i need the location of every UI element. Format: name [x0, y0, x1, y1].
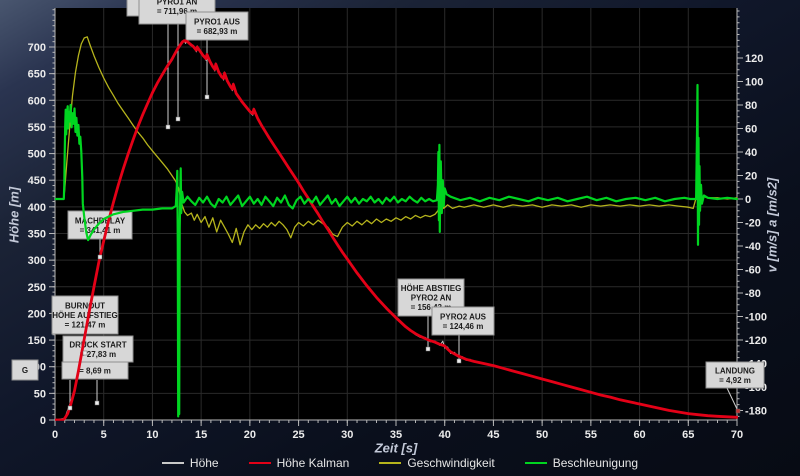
- x-tick-label: 55: [585, 429, 597, 441]
- legend-label-geschwindigkeit: Geschwindigkeit: [407, 456, 494, 470]
- annotation-marker[interactable]: [166, 125, 170, 129]
- chart-canvas[interactable]: 0510152025303540455055606570050100150200…: [0, 0, 800, 476]
- left-tick-label: 450: [28, 175, 46, 187]
- x-tick-label: 70: [731, 429, 743, 441]
- left-tick-label: 0: [40, 415, 46, 427]
- annotation-line: = 682,93 m: [197, 27, 238, 36]
- right-tick-label: -100: [745, 312, 767, 324]
- annotation-druck-start-2[interactable]: = 8,69 m: [62, 362, 128, 379]
- x-tick-label: 30: [341, 429, 353, 441]
- left-tick-label: 250: [28, 282, 46, 294]
- x-tick-label: 60: [633, 429, 645, 441]
- x-tick-label: 25: [292, 429, 304, 441]
- left-tick-label: 700: [28, 42, 46, 54]
- annotation-marker[interactable]: [98, 255, 102, 259]
- x-tick-label: 10: [146, 429, 158, 441]
- right-tick-label: 60: [745, 124, 757, 136]
- annotation-line: HÖHE AUFSTIEG: [52, 311, 117, 320]
- annotation-marker[interactable]: [457, 359, 461, 363]
- annotation-marker[interactable]: [83, 351, 87, 355]
- annotation-line: BURNOUT: [65, 302, 105, 311]
- annotation-marker[interactable]: [176, 117, 180, 121]
- annotation-line: = 124,46 m: [443, 322, 484, 331]
- left-axis-title: Höhe [m]: [7, 187, 22, 243]
- legend-label-beschleunigung: Beschleunigung: [553, 456, 638, 470]
- x-tick-label: 40: [439, 429, 451, 441]
- x-tick-label: 45: [487, 429, 499, 441]
- x-tick-label: 15: [195, 429, 207, 441]
- annotation-line: PYRO1 AUS: [194, 17, 241, 26]
- annotation-g-fragment[interactable]: G: [12, 360, 38, 380]
- right-tick-label: -120: [745, 335, 767, 347]
- right-tick-label: -80: [745, 288, 761, 300]
- annotation-line: G: [22, 366, 28, 375]
- legend-swatch-hoehe: [162, 462, 184, 464]
- legend-item-geschwindigkeit[interactable]: Geschwindigkeit: [379, 456, 494, 470]
- legend-swatch-hoehe-kalman: [249, 462, 271, 465]
- left-tick-label: 550: [28, 122, 46, 134]
- legend-item-hoehe[interactable]: Höhe: [162, 456, 219, 470]
- left-tick-label: 50: [34, 388, 46, 400]
- right-tick-label: -180: [745, 406, 767, 418]
- right-tick-label: -40: [745, 241, 761, 253]
- left-tick-label: 400: [28, 202, 46, 214]
- right-tick-label: 20: [745, 171, 757, 183]
- x-tick-label: 65: [682, 429, 694, 441]
- x-axis-title: Zeit [s]: [375, 441, 418, 456]
- annotation-marker[interactable]: [95, 401, 99, 405]
- annotation-marker[interactable]: [426, 347, 430, 351]
- right-axis-title: v [m/s] a [m/s2]: [765, 178, 780, 273]
- right-tick-label: 80: [745, 100, 757, 112]
- x-tick-label: 0: [52, 429, 58, 441]
- x-tick-label: 5: [101, 429, 107, 441]
- annotation-line: HÖHE ABSTIEG: [401, 284, 462, 293]
- annotation-line: LANDUNG: [715, 366, 755, 375]
- left-tick-label: 150: [28, 335, 46, 347]
- left-tick-label: 350: [28, 229, 46, 241]
- right-tick-label: -20: [745, 218, 761, 230]
- legend-swatch-geschwindigkeit: [379, 462, 401, 464]
- left-tick-label: 600: [28, 95, 46, 107]
- legend-label-hoehe: Höhe: [190, 456, 219, 470]
- annotation-marker[interactable]: [205, 95, 209, 99]
- left-tick-label: 500: [28, 149, 46, 161]
- left-tick-label: 300: [28, 255, 46, 267]
- annotation-line: PYRO1 AN: [157, 0, 198, 6]
- annotation-line: = 8,69 m: [79, 367, 111, 376]
- left-tick-label: 650: [28, 69, 46, 81]
- x-tick-label: 35: [390, 429, 402, 441]
- right-tick-label: 100: [745, 77, 763, 89]
- right-tick-label: 40: [745, 147, 757, 159]
- annotation-marker[interactable]: [68, 406, 72, 410]
- legend-swatch-beschleunigung: [525, 462, 547, 464]
- x-tick-label: 50: [536, 429, 548, 441]
- legend-item-hoehe-kalman[interactable]: Höhe Kalman: [249, 456, 350, 470]
- annotation-line: PYRO2 AN: [411, 294, 452, 303]
- annotation-line: PYRO2 AUS: [440, 312, 487, 321]
- right-tick-label: -60: [745, 265, 761, 277]
- right-tick-label: 120: [745, 53, 763, 65]
- annotation-marker[interactable]: [736, 409, 740, 413]
- flight-data-chart-window: 0510152025303540455055606570050100150200…: [0, 0, 800, 476]
- right-tick-label: 0: [745, 194, 751, 206]
- x-tick-label: 20: [244, 429, 256, 441]
- annotation-line: = 4,92 m: [719, 376, 751, 385]
- legend-item-beschleunigung[interactable]: Beschleunigung: [525, 456, 638, 470]
- legend-label-hoehe-kalman: Höhe Kalman: [277, 456, 350, 470]
- legend: Höhe Höhe Kalman Geschwindigkeit Beschle…: [0, 456, 800, 470]
- annotation-line: DRUCK START: [69, 340, 126, 349]
- left-tick-label: 200: [28, 308, 46, 320]
